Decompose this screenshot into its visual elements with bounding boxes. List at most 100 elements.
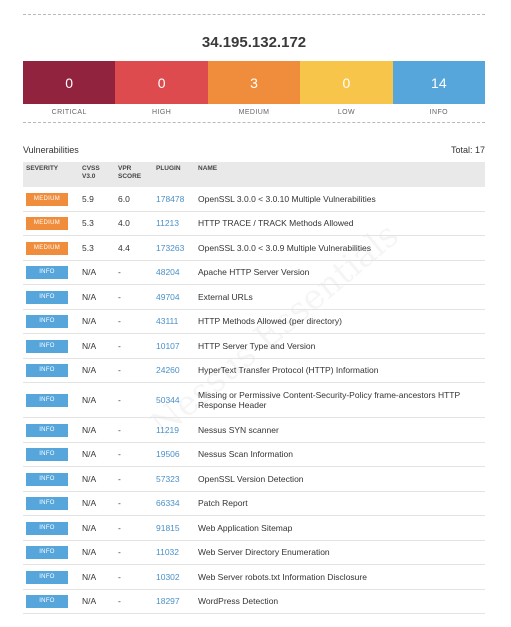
tile-info: 14 (392, 61, 486, 104)
plugin-link[interactable]: 24260 (156, 365, 180, 375)
section-title: Vulnerabilities (23, 145, 79, 155)
plugin-link[interactable]: 10107 (156, 341, 180, 351)
plugin-link[interactable]: 57323 (156, 474, 180, 484)
severity-summary: 0 0 3 0 14 (23, 61, 486, 104)
plugin-link[interactable]: 48204 (156, 267, 180, 277)
severity-badge: INFO (26, 266, 68, 280)
table-row[interactable]: INFO N/A -11032 Web Server Directory Enumer… (23, 540, 485, 565)
table-row[interactable]: INFO N/A -10107 HTTP Server Type and Versio… (23, 333, 485, 359)
label-low: LOW (337, 109, 355, 116)
tile-medium-count: 3 (250, 74, 258, 91)
table-row[interactable]: INFO N/A -66334 Patch Report (23, 491, 485, 516)
cvss-cell: N/A (79, 333, 115, 359)
vpr-cell: - (115, 540, 153, 565)
severity-cell: INFO (23, 515, 79, 541)
table-row[interactable]: INFO N/A -18297 WordPress Detection (23, 589, 485, 614)
plugin-link[interactable]: 43111 (156, 316, 178, 326)
label-medium: MEDIUM (238, 109, 270, 116)
severity-cell: INFO (23, 333, 79, 359)
severity-badge: MEDIUM (26, 217, 68, 231)
col-name: NAME (198, 165, 218, 172)
vulnerability-name: Web Application Sitemap (195, 515, 485, 541)
table-row[interactable]: INFO N/A -11219 Nessus SYN scanner (23, 417, 485, 443)
plugin-link[interactable]: 66334 (156, 498, 180, 508)
cvss-cell: N/A (79, 491, 115, 516)
plugin-link[interactable]: 173263 (156, 243, 184, 253)
severity-cell: INFO (23, 491, 79, 516)
plugin-cell: 11213 (153, 211, 195, 236)
cvss-cell: 5.3 (79, 235, 115, 261)
vpr-cell: - (115, 564, 153, 590)
host-title: 34.195.132.172 (201, 34, 307, 51)
vulnerability-name: Nessus SYN scanner (195, 417, 485, 443)
plugin-cell: 43111 (153, 309, 195, 334)
vpr-cell: - (115, 515, 153, 541)
plugin-cell: 24260 (153, 358, 195, 383)
cvss-cell: N/A (79, 284, 115, 310)
cvss-cell: N/A (79, 466, 115, 492)
table-row[interactable]: INFO N/A -19506 Nessus Scan Information (23, 442, 485, 467)
plugin-link[interactable]: 18297 (156, 596, 180, 606)
plugin-cell: 66334 (153, 491, 195, 516)
vulnerability-name: Web Server Directory Enumeration (195, 540, 485, 565)
plugin-link[interactable]: 178478 (156, 194, 184, 204)
table-row[interactable]: INFO N/A -43111 HTTP Methods Allowed (per d… (23, 309, 485, 334)
severity-cell: INFO (23, 417, 79, 443)
table-body: MEDIUM 5.9 6.0 178478 OpenSSL 3.0.0 < 3.0.10… (23, 187, 485, 614)
vpr-cell: - (115, 309, 153, 334)
cvss-cell: 5.3 (79, 211, 115, 236)
vpr-cell: - (115, 442, 153, 467)
table-row[interactable]: MEDIUM 5.3 4.0 11213 HTTP TRACE / TRACK Meth… (23, 211, 485, 236)
plugin-link[interactable]: 91815 (156, 523, 180, 533)
vpr-cell: - (115, 382, 153, 418)
severity-badge: MEDIUM (26, 192, 68, 206)
table-row[interactable]: INFO N/A -48204 Apache HTTP Server Version (23, 260, 485, 285)
plugin-link[interactable]: 50344 (156, 395, 180, 405)
vulnerability-name: OpenSSL 3.0.0 < 3.0.10 Multiple Vulnerab… (195, 187, 485, 212)
plugin-link[interactable]: 10302 (156, 572, 180, 582)
plugin-link[interactable]: 49704 (156, 292, 180, 302)
table-row[interactable]: INFO N/A -10302 Web Server robots.txt Infor… (23, 564, 485, 590)
cvss-cell: N/A (79, 515, 115, 541)
table-row[interactable]: INFO N/A -91815 Web Application Sitemap (23, 515, 485, 541)
table-row[interactable]: INFO N/A -49704 External URLs (23, 284, 485, 310)
vulnerabilities-header: Vulnerabilities Total: 17 (23, 143, 485, 157)
severity-cell: INFO (23, 589, 79, 614)
vulnerabilities-table: SEVERITY CVSS V3.0 VPR SCORE PLUGIN NAME… (23, 162, 485, 614)
severity-cell: MEDIUM (23, 235, 79, 261)
severity-badge: INFO (26, 570, 68, 584)
table-row[interactable]: INFO N/A -24260 HyperText Transfer Protocol… (23, 358, 485, 383)
severity-badge: INFO (26, 364, 68, 378)
plugin-link[interactable]: 19506 (156, 449, 180, 459)
tile-high: 0 (115, 61, 208, 104)
vulnerability-name: Missing or Permissive Content-Security-P… (195, 382, 485, 418)
table-row[interactable]: MEDIUM 5.3 4.4 173263 OpenSSL 3.0.0 < 3.0.9 … (23, 235, 485, 261)
vulnerability-name: HTTP Methods Allowed (per directory) (195, 309, 485, 334)
vpr-cell: - (115, 358, 153, 383)
table-row[interactable]: INFO N/A -57323 OpenSSL Version Detection (23, 466, 485, 492)
severity-badge: INFO (26, 339, 68, 353)
vulnerability-name: Apache HTTP Server Version (195, 260, 485, 285)
plugin-cell: 10302 (153, 564, 195, 590)
plugin-cell: 57323 (153, 466, 195, 492)
cvss-cell: N/A (79, 382, 115, 418)
severity-cell: INFO (23, 284, 79, 310)
plugin-cell: 11219 (153, 417, 195, 443)
table-header-row: SEVERITY CVSS V3.0 VPR SCORE PLUGIN NAME (23, 162, 485, 187)
vpr-cell: - (115, 333, 153, 359)
severity-labels: CRITICAL HIGH MEDIUM LOW INFO (23, 104, 485, 122)
plugin-cell: 173263 (153, 235, 195, 261)
vpr-cell: - (115, 260, 153, 285)
plugin-link[interactable]: 11032 (156, 547, 179, 557)
vpr-cell: 4.0 (115, 211, 153, 236)
severity-cell: INFO (23, 382, 79, 418)
table-row[interactable]: MEDIUM 5.9 6.0 178478 OpenSSL 3.0.0 < 3.0.10… (23, 187, 485, 212)
table-row[interactable]: INFO N/A -50344 Missing or Permissive Conte… (23, 382, 485, 418)
divider-top (23, 14, 485, 15)
severity-badge: INFO (26, 448, 68, 462)
cvss-cell: N/A (79, 442, 115, 467)
plugin-link[interactable]: 11219 (156, 425, 179, 435)
plugin-link[interactable]: 11213 (156, 218, 179, 228)
divider-bottom (23, 122, 485, 123)
vulnerability-name: OpenSSL 3.0.0 < 3.0.9 Multiple Vulnerabi… (195, 235, 485, 261)
